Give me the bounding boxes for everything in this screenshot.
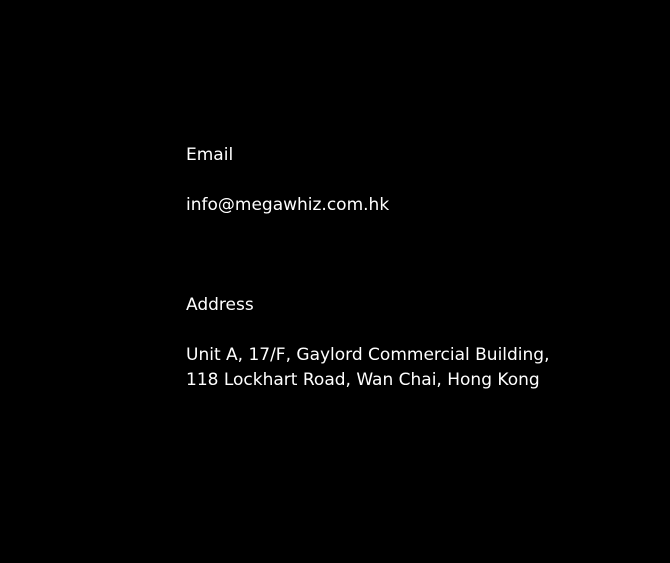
address-line-1: Unit A, 17/F, Gaylord Commercial Buildin… [186,345,550,365]
address-text: Unit A, 17/F, Gaylord Commercial Buildin… [186,343,646,393]
email-link[interactable]: info@megawhiz.com.hk [186,193,646,217]
contact-info-panel: Email info@megawhiz.com.hk Address Unit … [186,143,646,393]
address-line-2: 118 Lockhart Road, Wan Chai, Hong Kong [186,370,540,390]
email-heading: Email [186,145,234,165]
address-heading: Address [186,295,254,315]
